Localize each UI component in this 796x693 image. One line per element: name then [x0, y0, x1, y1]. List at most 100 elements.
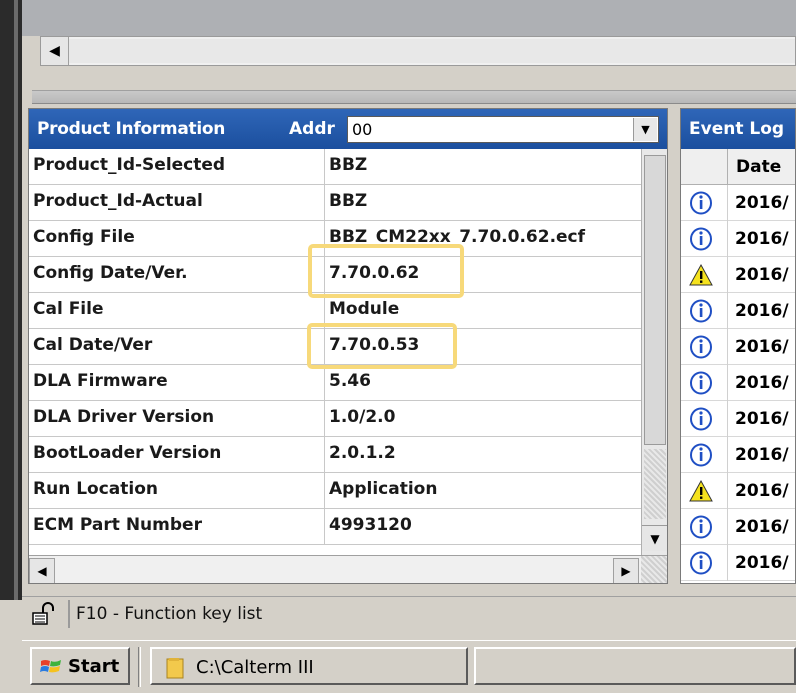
horizontal-scrollbar[interactable]: ◀ ▶ — [29, 555, 667, 583]
info-icon — [690, 371, 712, 395]
scroll-track[interactable] — [644, 449, 666, 519]
warning-icon — [689, 479, 713, 502]
row-value: Application — [329, 479, 438, 499]
row-key: DLA Firmware — [33, 371, 168, 391]
info-icon — [690, 443, 712, 467]
scroll-thumb[interactable] — [644, 155, 666, 445]
date-column-header[interactable]: Date — [727, 149, 795, 185]
start-label: Start — [68, 656, 120, 677]
row-value: BBZ — [329, 155, 368, 175]
unlock-icon[interactable] — [30, 601, 56, 627]
info-icon — [690, 335, 712, 359]
event-log-row[interactable]: 2016/ — [681, 509, 795, 545]
event-log-row[interactable]: 2016/ — [681, 437, 795, 473]
event-date: 2016/ — [735, 337, 789, 357]
event-log-row[interactable]: 2016/ — [681, 401, 795, 437]
row-key: DLA Driver Version — [33, 407, 215, 427]
warning-icon — [689, 263, 713, 286]
addr-value: 00 — [352, 120, 373, 139]
event-log-panel: Event Log Date 2016/2016/2016/2016/2016/… — [680, 108, 796, 584]
table-row[interactable]: Product_Id-Actual BBZ — [29, 185, 641, 221]
panel-header: Product Information Addr 00 ▼ — [29, 109, 667, 149]
taskbar: Start C:\Calterm III — [22, 640, 796, 693]
scrollbar-corner — [641, 556, 667, 583]
row-key: Product_Id-Actual — [33, 191, 203, 211]
date-header-label: Date — [736, 157, 782, 177]
info-icon — [690, 551, 712, 575]
row-key: Cal File — [33, 299, 104, 319]
row-key: BootLoader Version — [33, 443, 222, 463]
status-bar: F10 - Function key list — [22, 596, 796, 630]
row-key: ECM Part Number — [33, 515, 202, 535]
event-log-row[interactable]: 2016/ — [681, 257, 795, 293]
table-row[interactable]: DLA Driver Version 1.0/2.0 — [29, 401, 641, 437]
taskbar-window-button[interactable]: C:\Calterm III — [150, 647, 468, 685]
status-text: F10 - Function key list — [76, 604, 263, 624]
event-date: 2016/ — [735, 481, 789, 501]
info-icon — [690, 515, 712, 539]
row-key: Config File — [33, 227, 135, 247]
event-date: 2016/ — [735, 517, 789, 537]
taskbar-window-label: C:\Calterm III — [196, 657, 314, 678]
table-row[interactable]: DLA Firmware 5.46 — [29, 365, 641, 401]
dropdown-arrow-icon[interactable]: ▼ — [633, 118, 657, 141]
table-row[interactable]: Product_Id-Selected BBZ — [29, 149, 641, 185]
row-value: 4993120 — [329, 515, 412, 535]
scroll-track[interactable] — [69, 39, 795, 63]
table-row[interactable]: Run Location Application — [29, 473, 641, 509]
row-key: Run Location — [33, 479, 159, 499]
splitter[interactable] — [32, 90, 796, 104]
event-log-row[interactable]: 2016/ — [681, 185, 795, 221]
event-log-row[interactable]: 2016/ — [681, 329, 795, 365]
scroll-right-button[interactable]: ▶ — [613, 558, 639, 583]
row-value: BBZ — [329, 191, 368, 211]
event-log-column-header: Date — [681, 149, 795, 185]
row-value: Module — [329, 299, 400, 319]
status-separator — [68, 600, 70, 628]
event-log-title: Event Log — [689, 119, 785, 139]
event-log-row[interactable]: 2016/ — [681, 293, 795, 329]
event-date: 2016/ — [735, 301, 789, 321]
event-date: 2016/ — [735, 553, 789, 573]
scroll-down-button[interactable]: ▼ — [642, 525, 667, 551]
event-log-row[interactable]: 2016/ — [681, 473, 795, 509]
event-date: 2016/ — [735, 193, 789, 213]
event-log-row[interactable]: 2016/ — [681, 365, 795, 401]
windows-logo-icon — [40, 660, 61, 673]
row-value: 1.0/2.0 — [329, 407, 396, 427]
panel-title: Product Information — [37, 119, 226, 139]
info-icon — [690, 227, 712, 251]
event-date: 2016/ — [735, 265, 789, 285]
row-key: Config Date/Ver. — [33, 263, 188, 283]
info-icon — [690, 299, 712, 323]
addr-dropdown[interactable]: 00 ▼ — [347, 116, 659, 143]
scroll-left-button[interactable]: ◀ — [41, 37, 69, 65]
row-value: 5.46 — [329, 371, 371, 391]
info-icon — [690, 407, 712, 431]
top-pane — [22, 0, 796, 36]
highlight-cal-version — [307, 323, 457, 369]
addr-label: Addr — [289, 119, 335, 139]
start-button[interactable]: Start — [30, 647, 130, 685]
taskbar-empty-slot[interactable] — [474, 647, 796, 685]
event-date: 2016/ — [735, 229, 789, 249]
event-log-header: Event Log — [681, 109, 795, 149]
event-date: 2016/ — [735, 373, 789, 393]
top-horizontal-scrollbar[interactable]: ◀ — [40, 36, 796, 66]
row-key: Cal Date/Ver — [33, 335, 153, 355]
folder-icon — [166, 658, 184, 679]
taskbar-separator — [138, 647, 141, 687]
vertical-scrollbar[interactable]: ▼ — [641, 149, 667, 555]
table-row[interactable]: ECM Part Number 4993120 — [29, 509, 641, 545]
event-log-row[interactable]: 2016/ — [681, 221, 795, 257]
scroll-left-button[interactable]: ◀ — [29, 558, 55, 583]
window-edge — [0, 0, 22, 600]
event-log-row[interactable]: 2016/ — [681, 545, 795, 581]
row-value: 2.0.1.2 — [329, 443, 396, 463]
row-key: Product_Id-Selected — [33, 155, 226, 175]
highlight-config-version — [308, 244, 464, 298]
table-row[interactable]: BootLoader Version 2.0.1.2 — [29, 437, 641, 473]
event-date: 2016/ — [735, 445, 789, 465]
info-icon — [690, 191, 712, 215]
event-date: 2016/ — [735, 409, 789, 429]
